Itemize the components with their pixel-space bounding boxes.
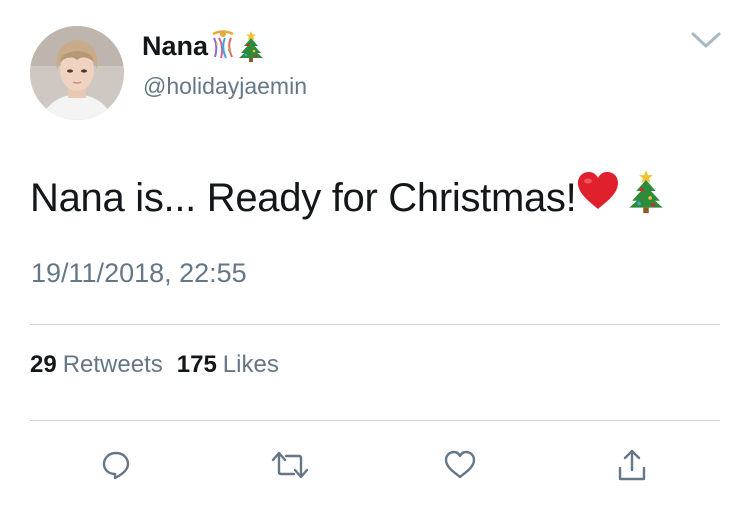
likes-stat[interactable]: 175 Likes — [177, 351, 279, 378]
retweets-label: Retweets — [62, 351, 163, 378]
display-name[interactable]: Nana — [142, 30, 264, 69]
likes-label: Likes — [222, 351, 279, 378]
more-options-chevron-down-icon[interactable] — [690, 30, 722, 50]
red-heart-icon — [576, 171, 620, 222]
action-bar — [0, 440, 750, 490]
tweet-detail: Nana @holidayjaemin Nana is... Ready for… — [0, 0, 750, 511]
display-name-text: Nana — [142, 31, 209, 61]
tweet-stats: 29 Retweets 175 Likes — [30, 349, 279, 381]
likes-count: 175 — [176, 351, 217, 378]
tweet-timestamp[interactable]: 19/11/2018, 22:55 — [31, 256, 247, 290]
divider — [30, 420, 720, 421]
retweets-stat[interactable]: 29 Retweets — [30, 351, 163, 378]
christmas-tree-icon — [628, 168, 664, 225]
confetti-ball-icon — [210, 30, 236, 67]
avatar[interactable] — [30, 26, 124, 120]
reply-button[interactable] — [96, 440, 136, 490]
tweet-text-body: Nana is... Ready for Christmas! — [30, 176, 577, 221]
retweet-icon — [271, 451, 309, 479]
share-button[interactable] — [612, 440, 652, 490]
retweets-count: 29 — [30, 351, 57, 378]
share-icon — [618, 449, 646, 481]
avatar-photo — [30, 26, 124, 120]
christmas-tree-icon — [238, 30, 264, 69]
reply-icon — [102, 451, 130, 480]
retweet-button[interactable] — [270, 440, 310, 490]
tweet-text: Nana is... Ready for Christmas! — [30, 170, 664, 229]
user-handle[interactable]: @holidayjaemin — [143, 72, 307, 100]
divider — [30, 324, 720, 325]
like-icon — [444, 450, 476, 479]
like-button[interactable] — [440, 440, 480, 490]
